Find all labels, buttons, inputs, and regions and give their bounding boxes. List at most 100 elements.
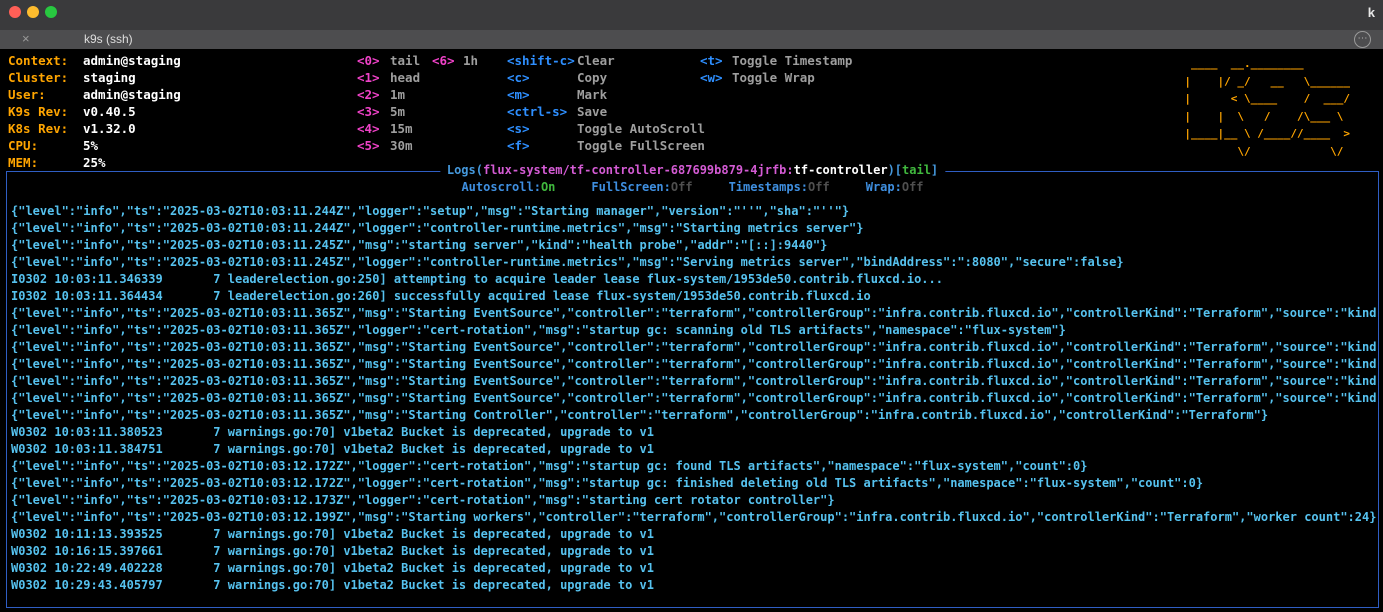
hotkey-key: <1> <box>357 69 390 86</box>
window-titlebar: k <box>0 0 1383 30</box>
log-line: W0302 10:03:11.380523 7 warnings.go:70] … <box>11 424 1376 441</box>
info-row-context: Context:admin@staging <box>8 52 181 69</box>
title-container-name: tf-controller <box>794 163 888 177</box>
log-line: {"level":"info","ts":"2025-03-02T10:03:1… <box>11 407 1376 424</box>
hotkey-label: Toggle AutoScroll <box>577 121 705 136</box>
info-row-cluster: Cluster:staging <box>8 69 181 86</box>
status-timestamps: Timestamps:Off <box>729 179 830 196</box>
logs-panel-title: Logs(flux-system/tf-controller-687699b87… <box>440 163 945 177</box>
hotkey-label: Toggle FullScreen <box>577 138 705 153</box>
info-label: MEM: <box>8 154 83 171</box>
cluster-info-panel: Context:admin@staging Cluster:staging Us… <box>8 52 181 171</box>
minimize-window-button[interactable] <box>27 6 39 18</box>
status-value: Off <box>808 180 830 194</box>
hotkey-key: <0> <box>357 52 390 69</box>
k9s-terminal-window: k × k9s (ssh) ⋯ Context:admin@staging Cl… <box>0 0 1383 612</box>
hotkey-label: Toggle Wrap <box>732 70 815 85</box>
hotkey-label: 5m <box>390 104 405 119</box>
status-value: On <box>541 180 555 194</box>
info-value: admin@staging <box>83 87 181 102</box>
hotkey-30m[interactable]: <5>30m <box>357 137 420 154</box>
hotkey-tail[interactable]: <0>tail <box>357 52 420 69</box>
hotkey-15m[interactable]: <4>15m <box>357 120 420 137</box>
ellipsis-menu-icon[interactable]: ⋯ <box>1354 31 1371 48</box>
title-prefix: Logs( <box>447 163 483 177</box>
terminal-content: Context:admin@staging Cluster:staging Us… <box>0 49 1383 612</box>
terminal-tabbar: × k9s (ssh) ⋯ <box>0 30 1383 49</box>
log-line: W0302 10:16:15.397661 7 warnings.go:70] … <box>11 543 1376 560</box>
hotkey-key: <shift-c> <box>507 52 577 69</box>
log-line: {"level":"info","ts":"2025-03-02T10:03:1… <box>11 322 1376 339</box>
hotkey-head[interactable]: <1>head <box>357 69 420 86</box>
hotkey-copy[interactable]: <c>Copy <box>507 69 705 86</box>
info-label: Cluster: <box>8 69 83 86</box>
hotkey-label: Save <box>577 104 607 119</box>
hotkey-key: <w> <box>700 69 732 86</box>
status-label: FullScreen: <box>591 180 670 194</box>
log-line: {"level":"info","ts":"2025-03-02T10:03:1… <box>11 254 1376 271</box>
log-viewport[interactable]: {"level":"info","ts":"2025-03-02T10:03:1… <box>11 203 1376 606</box>
corner-letter: k <box>1368 5 1375 20</box>
info-value: v0.40.5 <box>83 104 136 119</box>
close-window-button[interactable] <box>9 6 21 18</box>
hotkey-key: <6> <box>432 52 463 69</box>
maximize-window-button[interactable] <box>45 6 57 18</box>
log-line: {"level":"info","ts":"2025-03-02T10:03:1… <box>11 492 1376 509</box>
hotkey-toggle-timestamp[interactable]: <t>Toggle Timestamp <box>700 52 852 69</box>
hotkey-label: 30m <box>390 138 413 153</box>
hotkey-label: 1m <box>390 87 405 102</box>
hotkey-toggle-wrap[interactable]: <w>Toggle Wrap <box>700 69 852 86</box>
info-value: 25% <box>83 155 106 170</box>
info-value: 5% <box>83 138 98 153</box>
log-line: {"level":"info","ts":"2025-03-02T10:03:1… <box>11 458 1376 475</box>
tab-close-icon[interactable]: × <box>22 31 30 46</box>
hotkey-toggle-autoscroll[interactable]: <s>Toggle AutoScroll <box>507 120 705 137</box>
log-line: {"level":"info","ts":"2025-03-02T10:03:1… <box>11 220 1376 237</box>
hotkey-label: tail <box>390 53 420 68</box>
log-status-bar: Autoscroll:On FullScreen:Off Timestamps:… <box>7 179 1378 196</box>
info-label: User: <box>8 86 83 103</box>
log-line: I0302 10:03:11.346339 7 leaderelection.g… <box>11 271 1376 288</box>
log-line: W0302 10:22:49.402228 7 warnings.go:70] … <box>11 560 1376 577</box>
log-line: W0302 10:03:11.384751 7 warnings.go:70] … <box>11 441 1376 458</box>
hotkey-1m[interactable]: <2>1m <box>357 86 420 103</box>
hotkey-label: 15m <box>390 121 413 136</box>
title-pod-path: flux-system/tf-controller-687699b879-4jr… <box>483 163 794 177</box>
info-value: v1.32.0 <box>83 121 136 136</box>
hotkey-key: <ctrl-s> <box>507 103 577 120</box>
log-line: {"level":"info","ts":"2025-03-02T10:03:1… <box>11 373 1376 390</box>
hotkey-key: <5> <box>357 137 390 154</box>
status-wrap: Wrap:Off <box>866 179 924 196</box>
info-label: CPU: <box>8 137 83 154</box>
log-line: W0302 10:29:43.405797 7 warnings.go:70] … <box>11 577 1376 594</box>
logs-panel: Logs(flux-system/tf-controller-687699b87… <box>6 171 1379 608</box>
hotkey-save[interactable]: <ctrl-s>Save <box>507 103 705 120</box>
log-line: W0302 10:11:13.393525 7 warnings.go:70] … <box>11 526 1376 543</box>
log-line: {"level":"info","ts":"2025-03-02T10:03:1… <box>11 203 1376 220</box>
hotkey-label: Toggle Timestamp <box>732 53 852 68</box>
hotkey-label: Copy <box>577 70 607 85</box>
hotkey-key: <f> <box>507 137 577 154</box>
hotkey-1h[interactable]: <6>1h <box>432 52 478 69</box>
hotkey-toggle-fullscreen[interactable]: <f>Toggle FullScreen <box>507 137 705 154</box>
info-row-k9s-rev: K9s Rev:v0.40.5 <box>8 103 181 120</box>
log-line: {"level":"info","ts":"2025-03-02T10:03:1… <box>11 237 1376 254</box>
hotkey-5m[interactable]: <3>5m <box>357 103 420 120</box>
hotkey-key: <3> <box>357 103 390 120</box>
hotkey-label: Clear <box>577 53 615 68</box>
hotkey-mark[interactable]: <m>Mark <box>507 86 705 103</box>
title-bracket: ] <box>931 163 938 177</box>
status-label: Timestamps: <box>729 180 808 194</box>
tab-title[interactable]: k9s (ssh) <box>84 32 133 46</box>
hotkey-clear[interactable]: <shift-c>Clear <box>507 52 705 69</box>
title-paren: )[ <box>888 163 902 177</box>
hotkey-key: <t> <box>700 52 732 69</box>
hotkey-key: <2> <box>357 86 390 103</box>
log-line: {"level":"info","ts":"2025-03-02T10:03:1… <box>11 356 1376 373</box>
log-line: {"level":"info","ts":"2025-03-02T10:03:1… <box>11 390 1376 407</box>
hotkey-key: <m> <box>507 86 577 103</box>
status-label: Wrap: <box>866 180 902 194</box>
info-row-cpu: CPU:5% <box>8 137 181 154</box>
info-label: Context: <box>8 52 83 69</box>
log-line: {"level":"info","ts":"2025-03-02T10:03:1… <box>11 339 1376 356</box>
